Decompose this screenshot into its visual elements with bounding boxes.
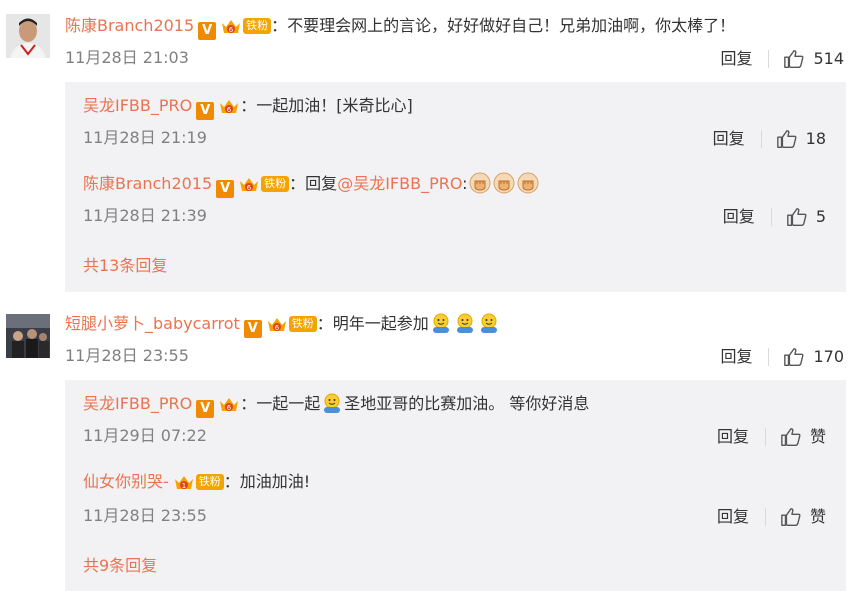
fist-emoji-icon	[469, 172, 491, 194]
timestamp: 11月28日 23:55	[65, 346, 189, 365]
crown-level-icon: 6 铁粉	[238, 175, 290, 193]
timestamp: 11月28日 23:55	[83, 506, 207, 525]
reply-button[interactable]: 回复	[717, 427, 749, 447]
like-button[interactable]: 170	[783, 346, 844, 368]
divider	[760, 130, 762, 148]
v-verified-icon: V	[243, 320, 262, 338]
comment-text: ：明年一起参加	[316, 314, 429, 333]
author-name[interactable]: 短腿小萝卜_babycarrot	[65, 314, 240, 333]
divider	[768, 50, 770, 68]
comment-2: 短腿小萝卜_babycarrot V 6 铁粉 ：明年一起参加 11月28日 23:55…	[0, 298, 856, 591]
author-name[interactable]: 吴龙IFBB_PRO	[83, 96, 192, 115]
comment-actions: 回复 170	[720, 346, 844, 368]
happy-face-emoji-icon	[478, 312, 500, 334]
reply-body: 仙女你别哭- 1 铁粉 ：加油加油!	[83, 470, 310, 494]
svg-text:1: 1	[182, 482, 186, 490]
v-verified-icon: V	[196, 400, 215, 418]
happy-face-emoji-icon	[454, 312, 476, 334]
thumbs-up-icon	[786, 208, 807, 226]
reply-actions: 回复 18	[713, 128, 826, 150]
like-button[interactable]: 5	[786, 206, 826, 228]
timestamp: 11月28日 21:39	[83, 206, 207, 225]
more-replies-link[interactable]: 共9条回复	[83, 556, 157, 576]
author-name[interactable]: 陈康Branch2015	[83, 174, 212, 193]
happy-face-emoji-icon	[321, 392, 343, 414]
reply-list: 吴龙IFBB_PRO V 6 ：一起加油！[米奇比心] 11月28日 21:19 回复…	[65, 82, 846, 292]
crown-level-icon: 6 铁粉	[220, 17, 272, 35]
reply-button[interactable]: 回复	[713, 129, 745, 149]
timestamp: 11月28日 21:19	[83, 128, 207, 147]
reply-text: ：加油加油!	[223, 472, 311, 491]
author-name[interactable]: 陈康Branch2015	[65, 16, 194, 35]
reply-button[interactable]: 回复	[720, 49, 752, 69]
svg-text:6: 6	[247, 184, 252, 192]
reply-text: 圣地亚哥的比赛加油。 等你好消息	[344, 394, 590, 413]
reply-list: 吴龙IFBB_PRO V 6 ：一起一起 圣地亚哥的比赛加油。 等你好消息 11月29日…	[65, 380, 846, 591]
avatar[interactable]	[6, 14, 50, 58]
comment-1: 陈康Branch2015 V 6 铁粉 ：不要理会网上的言论，好好做好自己！兄弟加油啊，…	[0, 0, 856, 292]
fist-emoji-icon	[493, 172, 515, 194]
svg-text:6: 6	[275, 324, 280, 332]
reply-text: ：一起加油！[米奇比心]	[240, 96, 413, 115]
comment-body: 短腿小萝卜_babycarrot V 6 铁粉 ：明年一起参加	[65, 312, 501, 338]
reply-body: 吴龙IFBB_PRO V 6 ：一起一起 圣地亚哥的比赛加油。 等你好消息	[83, 392, 589, 418]
divider	[764, 428, 766, 446]
more-replies-link[interactable]: 共13条回复	[83, 256, 167, 276]
reply-button[interactable]: 回复	[717, 507, 749, 527]
divider	[770, 208, 772, 226]
svg-text:6: 6	[229, 26, 234, 34]
reply-item: 吴龙IFBB_PRO V 6 ：一起一起 圣地亚哥的比赛加油。 等你好消息 11月29日…	[65, 380, 846, 460]
mention-link[interactable]: @吴龙IFBB_PRO	[337, 174, 462, 193]
v-verified-icon: V	[198, 22, 217, 40]
comment-text: ：不要理会网上的言论，好好做好自己！兄弟加油啊，你太棒了！	[271, 16, 736, 35]
reply-body: 吴龙IFBB_PRO V 6 ：一起加油！[米奇比心]	[83, 94, 413, 120]
reply-body: 陈康Branch2015 V 6 铁粉 ：回复@吴龙IFBB_PRO:	[83, 172, 540, 198]
svg-text:6: 6	[227, 106, 232, 114]
avatar[interactable]	[6, 314, 50, 358]
author-name[interactable]: 吴龙IFBB_PRO	[83, 394, 192, 413]
like-button[interactable]: 514	[783, 48, 844, 70]
like-button[interactable]: 18	[776, 128, 826, 150]
crown-level-icon: 6 铁粉	[266, 315, 317, 333]
fist-emoji-icon	[517, 172, 539, 194]
reply-button[interactable]: 回复	[720, 347, 752, 367]
reply-button[interactable]: 回复	[723, 207, 755, 227]
thumbs-up-icon	[781, 428, 801, 446]
reply-item: 仙女你别哭- 1 铁粉 ：加油加油! 11月28日 23:55 回复 赞	[65, 460, 846, 540]
comment-actions: 回复 514	[720, 48, 844, 70]
like-count: 18	[805, 129, 826, 148]
like-count: 5	[815, 207, 826, 226]
v-verified-icon: V	[196, 102, 215, 120]
like-label: 赞	[809, 427, 826, 446]
like-count: 514	[813, 49, 844, 68]
reply-text-prefix: ：回复	[289, 174, 338, 193]
comment-body: 陈康Branch2015 V 6 铁粉 ：不要理会网上的言论，好好做好自己！兄弟加油啊，…	[65, 14, 735, 40]
thumbs-up-icon	[776, 130, 797, 148]
thumbs-up-icon	[784, 50, 804, 68]
reply-item: 吴龙IFBB_PRO V 6 ：一起加油！[米奇比心] 11月28日 21:19 回复…	[65, 82, 846, 160]
crown-level-icon: 6	[218, 395, 240, 413]
divider	[768, 348, 770, 366]
like-button[interactable]: 赞	[780, 426, 826, 448]
crown-level-icon: 6	[218, 97, 240, 115]
v-verified-icon: V	[216, 180, 235, 198]
crown-level-icon: 1 铁粉	[173, 473, 224, 491]
like-count: 170	[813, 347, 844, 366]
like-label: 赞	[809, 507, 826, 526]
like-button[interactable]: 赞	[780, 506, 826, 528]
reply-text: ：一起一起	[240, 394, 321, 413]
happy-face-emoji-icon	[430, 312, 452, 334]
svg-text:6: 6	[227, 404, 232, 412]
reply-actions: 回复 赞	[717, 506, 826, 528]
reply-actions: 回复 赞	[717, 426, 826, 448]
thumbs-up-icon	[784, 348, 804, 366]
timestamp: 11月29日 07:22	[83, 426, 207, 445]
reply-text-suffix: :	[462, 174, 468, 193]
author-name[interactable]: 仙女你别哭-	[83, 472, 169, 491]
divider	[764, 508, 766, 526]
reply-item: 陈康Branch2015 V 6 铁粉 ：回复@吴龙IFBB_PRO: 11月28日 2…	[65, 160, 846, 240]
thumbs-up-icon	[781, 508, 801, 526]
reply-actions: 回复 5	[723, 206, 826, 228]
timestamp: 11月28日 21:03	[65, 48, 189, 67]
